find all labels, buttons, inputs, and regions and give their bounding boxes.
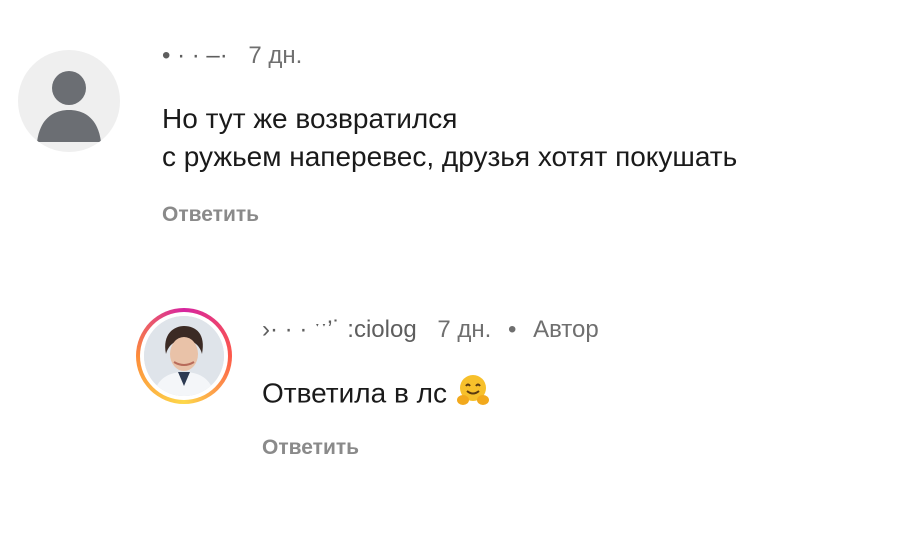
comment-meta: • · · ‒· 7 дн. [162,42,302,70]
comment-text: Но тут же возвратился с ружьем наперевес… [162,100,737,176]
avatar-ring-gap [140,312,228,400]
comment-text-line: Но тут же возвратился [162,103,458,134]
comment-time: 7 дн. [437,316,492,343]
hugging-face-emoji-icon [455,372,491,418]
reply-button[interactable]: Ответить [262,436,359,460]
comment-text: Ответила в лс [262,372,491,418]
comment-time: 7 дн. [248,42,303,69]
comment-meta: ›· · · ˑˑ’˙ :ciolog 7 дн. • Автор [262,316,599,344]
comment: • · · ‒· 7 дн. Но тут же возвратился с р… [0,0,900,260]
comment-text-line: с ружьем наперевес, друзья хотят покушат… [162,141,738,172]
person-portrait-icon [144,316,224,396]
avatar-photo [144,316,224,396]
reply-button[interactable]: Ответить [162,203,259,227]
comment-text-line: Ответила в лс [262,377,447,409]
comment-author[interactable]: • · · ‒· [162,42,228,70]
author-badge: Автор [533,316,599,343]
default-user-avatar-icon[interactable] [18,50,120,152]
separator-dot: • [507,316,517,343]
comment: ›· · · ˑˑ’˙ :ciolog 7 дн. • Автор Ответи… [0,290,900,510]
profile-photo-avatar[interactable] [136,308,232,404]
comment-author[interactable]: ›· · · ˑˑ’˙ :ciolog [262,316,417,344]
user-silhouette-icon [37,71,101,142]
comments-thread: • · · ‒· 7 дн. Но тут же возвратился с р… [0,0,900,557]
